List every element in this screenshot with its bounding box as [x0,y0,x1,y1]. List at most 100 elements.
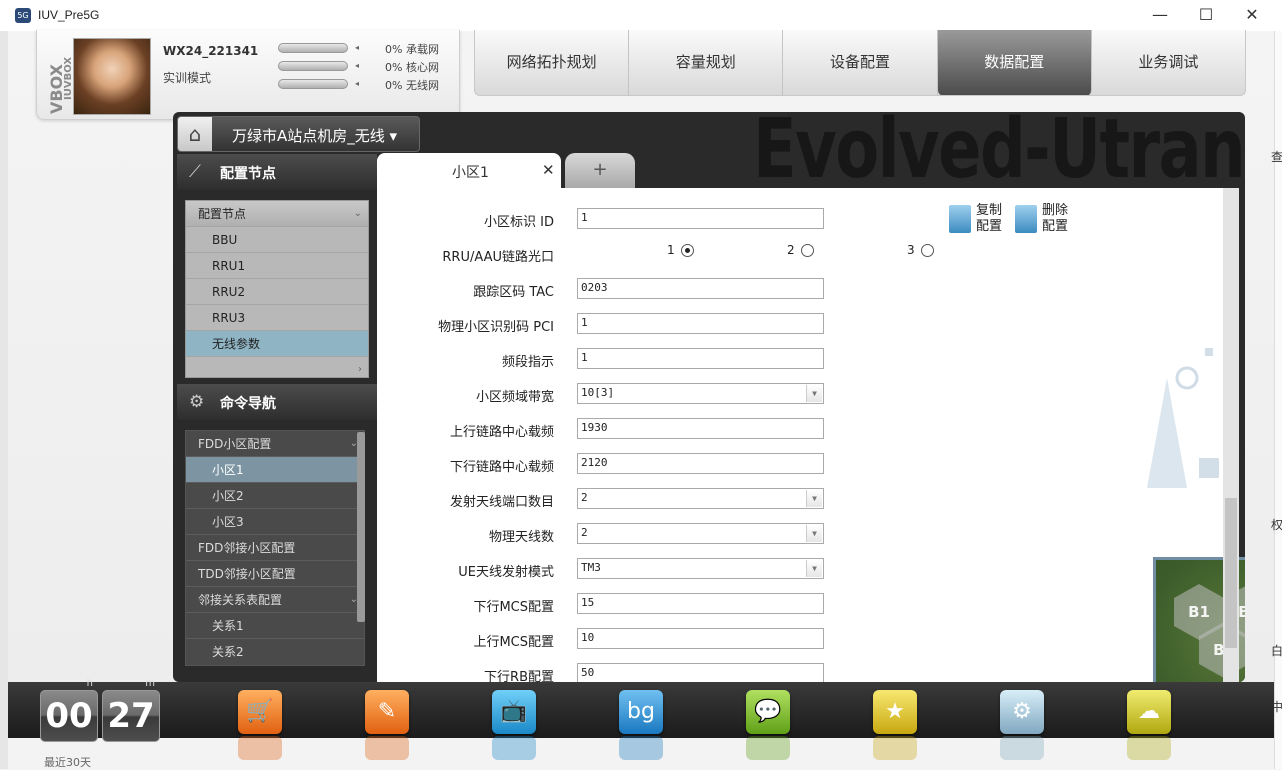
clock-minutes: 27 m [102,678,160,742]
chevron-right-icon[interactable]: › [358,357,362,383]
nav-item-cell3[interactable]: 小区3 [186,509,364,535]
minimize-button[interactable]: — [1137,0,1183,31]
gear-icon: ⚙ [189,392,205,412]
chat-reflection [746,736,790,760]
tv-icon[interactable]: 📺 [492,690,536,734]
radio-unchecked-icon[interactable] [800,244,814,257]
field-ul-freq: 上行链路中心载频 1930 [377,418,837,440]
home-icon[interactable]: ⌂ [178,117,212,151]
nav-group-fdd-cell[interactable]: FDD小区配置 ⌄ [186,431,364,457]
close-button[interactable]: ✕ [1229,0,1275,31]
breadcrumb-text: 万绿市A站点机房_无线 ▾ [232,125,397,146]
field-antennas: 物理天线数 2 ▼ [377,523,837,545]
cloud-reflection [1127,736,1171,760]
content-scrollbar[interactable] [1223,188,1239,682]
ue-mode-select[interactable]: TM3 ▼ [577,558,824,579]
chevron-down-icon[interactable]: ▼ [806,560,822,577]
antennas-select[interactable]: 2 ▼ [577,523,824,544]
bar-arrow-icon: ◂ [355,61,360,70]
config-nodes-title: 配置节点 [220,166,276,182]
dl-mcs-input[interactable]: 15 [577,593,824,614]
progress-core: 0% 核心网 [385,59,439,75]
ul-mcs-input[interactable]: 10 [577,628,824,649]
menu-device-config[interactable]: 设备配置 [783,30,938,95]
cell-id-input[interactable]: 1 [577,208,824,229]
side-text-4: 白 [1271,644,1282,658]
ul-freq-input[interactable]: 1930 [577,418,824,439]
field-dl-mcs: 下行MCS配置 15 [377,593,837,615]
tree-item-rru3[interactable]: RRU3 [186,305,368,331]
cloud-icon[interactable]: ☁ [1127,690,1171,734]
nav-item-cell2[interactable]: 小区2 [186,483,364,509]
copy-doc-icon [949,205,971,233]
nav-item-relation1[interactable]: 关系1 [186,613,364,639]
tac-input[interactable]: 0203 [577,278,824,299]
gear-icon[interactable]: ⚙ [1000,690,1044,734]
field-label: 跟踪区码 TAC [473,285,554,300]
select-value: 2 [581,526,588,539]
menu-data-config[interactable]: 数据配置 [937,30,1092,95]
bg-icon[interactable]: bg [619,690,663,734]
tree-item-bbu[interactable]: BBU [186,227,368,253]
tv-reflection [492,736,536,760]
nav-item-cell1[interactable]: 小区1 [186,457,364,483]
tab-label: 小区1 [452,165,489,181]
field-tac: 跟踪区码 TAC 0203 [377,278,837,300]
nav-group-tdd-neighbor[interactable]: TDD邻接小区配置 [186,561,364,587]
chat-icon[interactable]: 💬 [746,690,790,734]
tab-cell1[interactable]: 小区1 ✕ [377,153,561,189]
field-ue-mode: UE天线发射模式 TM3 ▼ [377,558,837,580]
config-form: 小区标识 ID 1 RRU/AAU链路光口 1 2 3 跟踪区码 TAC 0203 … [377,188,1245,682]
nav-group-relation-table[interactable]: 邻接关系表配置 ⌄ [186,587,364,613]
close-icon[interactable]: ✕ [542,161,555,179]
radio-port-3[interactable]: 3 [907,243,934,257]
nav-group-fdd-neighbor[interactable]: FDD邻接小区配置 [186,535,364,561]
notebook-icon[interactable]: ✎ [365,690,409,734]
radio-unchecked-icon[interactable] [920,244,934,257]
menu-network-topology[interactable]: 网络拓扑规划 [475,30,630,95]
menu-capacity-planning[interactable]: 容量规划 [629,30,784,95]
bandwidth-select[interactable]: 10[3] ▼ [577,383,824,404]
add-tab-button[interactable]: + [565,153,635,189]
field-label: 上行MCS配置 [473,635,554,650]
nav-scrollbar[interactable] [357,432,365,622]
field-bandwidth: 小区频域带宽 10[3] ▼ [377,383,837,405]
chevron-down-icon[interactable]: ▼ [806,385,822,402]
user-profile-card: VBOX IUVBOX WX24_2213410 实训模式 ◂ 0% 承载网 ◂… [36,30,460,120]
dl-freq-input[interactable]: 2120 [577,453,824,474]
cart-icon[interactable]: 🛒 [238,690,282,734]
tx-ports-select[interactable]: 2 ▼ [577,488,824,509]
nav-label: FDD小区配置 [198,437,272,451]
pci-input[interactable]: 1 [577,313,824,334]
hours-value: 00 [45,696,93,736]
maximize-button[interactable]: ☐ [1183,0,1229,31]
tree-item-rru1[interactable]: RRU1 [186,253,368,279]
dl-rb-input[interactable]: 50 [577,663,824,682]
field-label: 小区频域带宽 [475,390,554,405]
radio-port-2[interactable]: 2 [787,243,814,257]
tree-group-config-nodes[interactable]: 配置节点 ⌄ [186,201,368,227]
nav-item-relation2[interactable]: 关系2 [186,639,364,665]
progress-wireless-label: 无线网 [405,79,439,92]
chevron-down-icon: ⌄ [353,208,362,219]
avatar[interactable] [73,38,151,115]
chevron-down-icon[interactable]: ▼ [806,525,822,542]
radio-port-1[interactable]: 1 [667,243,694,257]
star-icon[interactable]: ★ [873,690,917,734]
scroll-thumb[interactable] [1225,498,1237,648]
mode-label: 实训模式 [163,71,212,85]
field-label: 物理小区识别码 PCI [438,320,554,335]
band-input[interactable]: 1 [577,348,824,369]
select-value: 10[3] [581,386,615,399]
menu-service-debug[interactable]: 业务调试 [1092,30,1245,95]
tree-item-rru2[interactable]: RRU2 [186,279,368,305]
field-label: 下行MCS配置 [473,600,554,615]
config-nodes-tree: 配置节点 ⌄ BBU RRU1 RRU2 RRU3 无线参数 › [185,200,369,378]
tree-item-wireless-params[interactable]: 无线参数 [186,331,368,357]
chevron-down-icon[interactable]: ▾ [390,127,398,145]
title-bar: 5G IUV_Pre5G — ☐ ✕ [0,0,1282,31]
breadcrumb[interactable]: ⌂ 万绿市A站点机房_无线 ▾ [177,116,420,152]
chevron-down-icon[interactable]: ▼ [806,490,822,507]
tree-group-label: 配置节点 [198,207,247,221]
radio-checked-icon[interactable] [680,244,694,257]
